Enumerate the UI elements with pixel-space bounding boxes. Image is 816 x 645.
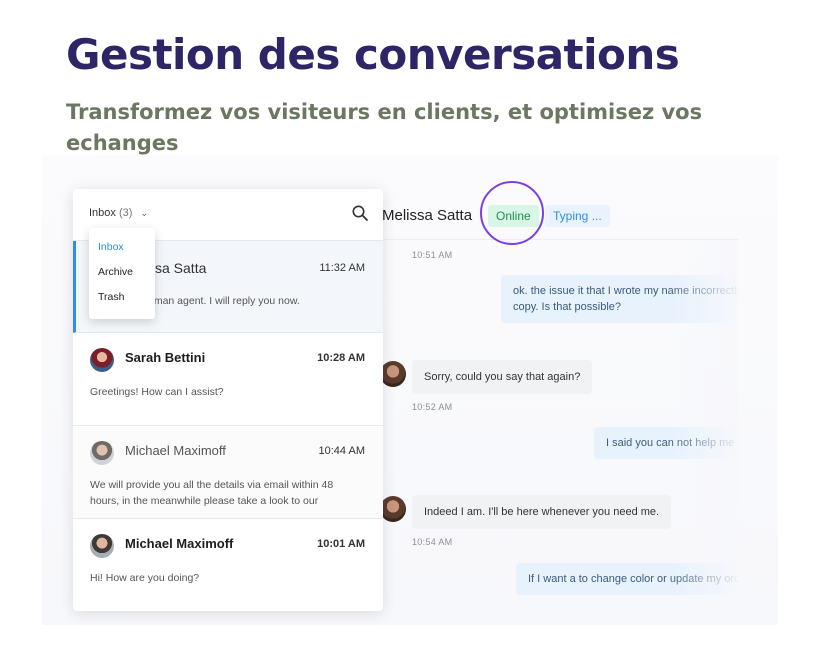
chat-window: Melissa Satta Online Typing ... 10:51 AM… xyxy=(378,181,738,618)
message-text: Sorry, could you say that again? xyxy=(424,371,581,383)
conversation-name: Sarah Bettini xyxy=(125,350,206,365)
avatar xyxy=(90,348,114,372)
dropdown-item-trash[interactable]: Trash xyxy=(98,291,124,303)
message-text: ok. the issue it that I wrote my name in… xyxy=(513,285,738,297)
conversation-time: 10:01 AM xyxy=(317,538,365,550)
message-timestamp: 10:54 AM xyxy=(412,537,453,547)
conversation-name: ssa Satta xyxy=(148,260,207,276)
conversation-item[interactable]: Michael Maximoff 10:01 AM Hi! How are yo… xyxy=(73,520,383,611)
conversation-item[interactable]: Sarah Bettini 10:28 AM Greetings! How ca… xyxy=(73,334,383,426)
contact-avatar xyxy=(380,496,406,522)
avatar xyxy=(90,441,114,465)
conversation-preview: Hi! How are you doing? xyxy=(90,572,200,584)
inbox-dropdown-menu: Inbox Archive Trash xyxy=(89,228,155,319)
highlight-circle xyxy=(480,181,544,245)
conversation-time: 10:28 AM xyxy=(317,352,365,364)
inbox-selector[interactable]: Inbox (3) ⌄ xyxy=(89,207,148,219)
message-timestamp: 10:51 AM xyxy=(412,250,453,260)
conversation-preview: Greetings! How can I assist? xyxy=(90,386,224,398)
conversation-preview: We will provide you all the details via … xyxy=(90,479,334,507)
message-incoming: Sorry, could you say that again? xyxy=(412,360,593,394)
typing-indicator: Typing ... xyxy=(545,205,610,227)
dropdown-item-inbox[interactable]: Inbox xyxy=(98,241,124,253)
conversation-preview: uman agent. I will reply you now. xyxy=(148,295,300,307)
conversation-time: 10:44 AM xyxy=(318,445,365,457)
conversation-name: Michael Maximoff xyxy=(125,536,234,551)
message-outgoing: If I want a to change color or update my… xyxy=(516,563,738,595)
message-text: If I want a to change color or update my… xyxy=(528,573,738,585)
search-icon[interactable] xyxy=(351,204,369,222)
dropdown-item-archive[interactable]: Archive xyxy=(98,266,133,278)
message-text: copy. Is that possible? xyxy=(513,301,622,313)
message-text: I said you can not help me du xyxy=(606,437,738,449)
chat-header: Melissa Satta Online Typing ... xyxy=(378,181,738,245)
conversation-time: 11:32 AM xyxy=(319,262,365,274)
inbox-count: (3) xyxy=(118,207,133,219)
message-incoming: Indeed I am. I'll be here whenever you n… xyxy=(412,495,672,529)
page-title: Gestion des conversations xyxy=(66,30,680,79)
chat-contact-name: Melissa Satta xyxy=(382,207,473,224)
avatar xyxy=(90,534,114,558)
inbox-selector-label: Inbox xyxy=(89,207,116,219)
message-outgoing: I said you can not help me du xyxy=(594,427,738,459)
chevron-down-icon: ⌄ xyxy=(140,208,149,218)
message-timestamp: 10:52 AM xyxy=(412,402,453,412)
page-subtitle: Transformez vos visiteurs en clients, et… xyxy=(66,100,703,155)
message-outgoing: ok. the issue it that I wrote my name in… xyxy=(501,275,738,323)
conversation-name: Michael Maximoff xyxy=(125,443,226,458)
message-text: Indeed I am. I'll be here whenever you n… xyxy=(424,506,660,518)
contact-avatar xyxy=(380,361,406,387)
conversation-item[interactable]: Michael Maximoff 10:44 AM We will provid… xyxy=(73,427,383,519)
